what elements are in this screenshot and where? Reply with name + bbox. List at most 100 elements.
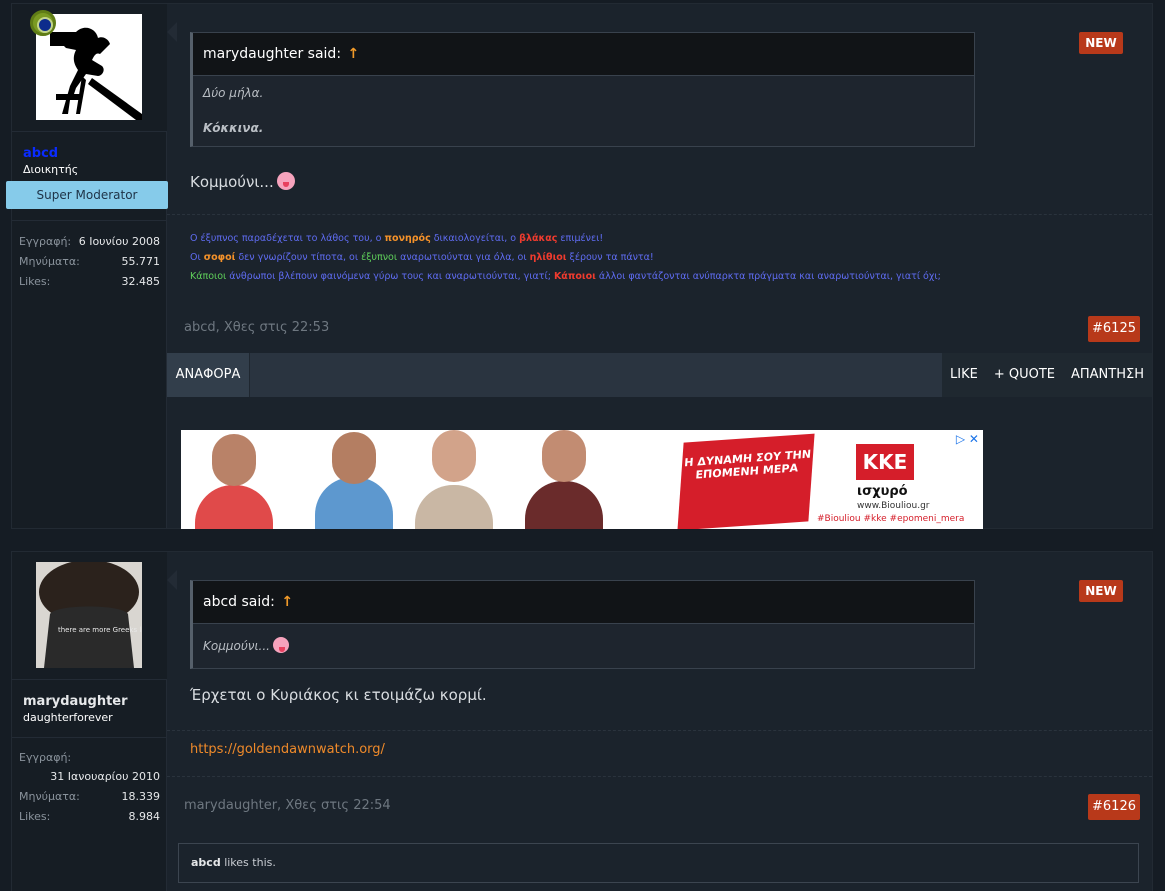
signature-divider	[167, 730, 1152, 731]
user-stats: Εγγραφή: 31 Ιανουαρίου 2010 Μηνύματα: 18…	[12, 737, 167, 826]
sig-text: Κάποιοι	[553, 271, 596, 282]
likes-summary: abcd likes this.	[178, 843, 1139, 883]
quote-jump-icon[interactable]: ↑	[347, 46, 359, 62]
sig-text: ξέρουν τα πάντα!	[566, 252, 654, 263]
sig-text: αναρωτιούνται για όλα, οι	[397, 252, 530, 263]
report-button[interactable]: ΑΝΑΦΟΡΑ	[167, 353, 250, 397]
new-badge: NEW	[1079, 32, 1123, 54]
quote-author: abcd said:	[203, 594, 275, 610]
shirt-text: there are more Greeks like me	[58, 626, 142, 634]
message-text: Έρχεται ο Κυριάκος κι ετοιμάζω κορμί.	[190, 686, 487, 704]
stat-value: 8.984	[128, 809, 161, 823]
username[interactable]: abcd	[23, 146, 58, 161]
ad-person-figure	[315, 477, 393, 529]
user-title: daughterforever	[23, 711, 113, 724]
sig-text: δεν γνωρίζουν τίποτα, οι	[235, 252, 362, 263]
signature-line: Κάποιοι άνθρωποι βλέπουν φαινόμενα γύρω …	[190, 267, 1129, 286]
ad-person-figure	[415, 485, 493, 529]
stat-value: 18.339	[121, 789, 161, 803]
avatar-container: there are more Greeks like me	[12, 552, 167, 680]
tongue-emoji-icon	[272, 637, 289, 653]
post-6126: there are more Greeks like me marydaught…	[11, 551, 1153, 891]
quote-jump-icon[interactable]: ↑	[281, 594, 293, 610]
curly-hair-person-avatar: there are more Greeks like me	[36, 562, 142, 668]
ad-person-head	[432, 430, 476, 482]
stat-value: 55.771	[121, 254, 161, 268]
ad-close-icon[interactable]: ▷ ✕	[956, 432, 979, 446]
sig-text: Ο έξυπνος παραδέχεται το λάθος του, ο	[190, 233, 385, 244]
new-badge: NEW	[1079, 580, 1123, 602]
quote-body: Κομμούνι...	[193, 624, 974, 668]
stat-joined: Εγγραφή: 6 Ιουνίου 2008	[19, 231, 160, 251]
likes-text: likes this.	[220, 856, 276, 869]
username[interactable]: marydaughter	[23, 694, 128, 709]
avatar-container	[12, 4, 167, 132]
stat-messages: Μηνύματα: 55.771	[19, 251, 160, 271]
sig-text: σοφοί	[203, 252, 236, 263]
ad-logo: ΚΚΕ	[856, 444, 914, 480]
ad-person-figure	[195, 485, 273, 529]
stat-label: Likes:	[19, 274, 51, 288]
quote-header[interactable]: marydaughter said: ↑	[193, 33, 974, 76]
sig-text: Οι	[190, 252, 204, 263]
sig-text: άλλοι φαντάζονται ανύπαρκτα πράγματα και…	[595, 271, 941, 282]
ad-url: www.Biouliou.gr	[857, 501, 930, 511]
quote-line: Κομμούνι...	[203, 624, 964, 668]
post-actions-right: LIKE + QUOTE ΑΠΑΝΤΗΣΗ	[942, 353, 1152, 397]
online-status-icon	[30, 10, 56, 36]
quote-text: Κομμούνι...	[203, 639, 270, 653]
stat-likes: Likes: 8.984	[19, 806, 160, 826]
stat-label: Μηνύματα:	[19, 789, 80, 803]
message-content: NEW abcd said: ↑ Κομμούνι... Έρχεται ο Κ…	[167, 552, 1152, 891]
ad-person-head	[542, 430, 586, 482]
stat-value: 6 Ιουνίου 2008	[78, 234, 160, 248]
quote-body: Δύο μήλα. Κόκκινα.	[193, 76, 974, 146]
post-meta[interactable]: abcd, Χθες στις 22:53	[184, 320, 329, 335]
user-stats: Εγγραφή: 6 Ιουνίου 2008 Μηνύματα: 55.771…	[12, 220, 167, 291]
tongue-emoji-icon	[276, 172, 295, 190]
reply-button[interactable]: ΑΠΑΝΤΗΣΗ	[1063, 353, 1152, 397]
quote-line: Κόκκινα.	[203, 121, 264, 135]
sig-text: έξυπνοι	[361, 252, 398, 263]
signature-line: Οι σοφοί δεν γνωρίζουν τίποτα, οι έξυπνο…	[190, 248, 1129, 267]
quote-header[interactable]: abcd said: ↑	[193, 581, 974, 624]
sig-text: δικαιολογείται, ο	[430, 233, 520, 244]
sig-text: πονηρός	[384, 233, 431, 244]
stat-likes: Likes: 32.485	[19, 271, 160, 291]
multi-quote-button[interactable]: + QUOTE	[986, 353, 1063, 397]
signature-link[interactable]: https://goldendawnwatch.org/	[190, 742, 385, 757]
ad-hashtags: #Biouliou #kke #epomeni_mera	[817, 514, 965, 524]
quote-block: abcd said: ↑ Κομμούνι...	[190, 580, 975, 669]
sig-text: Κάποιοι	[190, 271, 227, 282]
user-title: Διοικητής	[23, 163, 79, 176]
quote-line: Δύο μήλα.	[203, 86, 264, 100]
signature-divider	[167, 776, 1152, 777]
staff-banner: Super Moderator	[6, 181, 168, 209]
sig-text: ηλίθιοι	[529, 252, 567, 263]
stat-label: Μηνύματα:	[19, 254, 80, 268]
sig-text: επιμένει!	[557, 233, 604, 244]
signature-line: Ο έξυπνος παραδέχεται το λάθος του, ο πο…	[190, 229, 1129, 248]
stat-label: Εγγραφή:	[19, 234, 72, 248]
post-meta[interactable]: marydaughter, Χθες στις 22:54	[184, 798, 391, 813]
like-button[interactable]: LIKE	[942, 353, 986, 397]
sig-text: βλάκας	[519, 233, 558, 244]
stat-messages: Μηνύματα: 18.339	[19, 786, 160, 806]
stat-label: Εγγραφή:	[19, 751, 72, 764]
avatar[interactable]: there are more Greeks like me	[36, 562, 142, 668]
quote-block: marydaughter said: ↑ Δύο μήλα. Κόκκινα.	[190, 32, 975, 147]
ad-slogan: Η ΔΥΝΑΜΗ ΣΟΥ ΤΗΝ ΕΠΟΜΕΝΗ ΜΕΡΑ	[677, 433, 815, 529]
liker-username[interactable]: abcd	[191, 856, 221, 869]
stat-label: Likes:	[19, 809, 51, 823]
stat-value: 32.485	[121, 274, 161, 288]
post-number-link[interactable]: #6126	[1088, 794, 1140, 820]
post-6125: abcd Διοικητής Super Moderator Εγγραφή: …	[6, 3, 1153, 529]
post-number-link[interactable]: #6125	[1088, 316, 1140, 342]
stat-joined: Εγγραφή:	[19, 748, 160, 767]
ad-person-head	[212, 434, 256, 486]
message-text: Κομμούνι...	[190, 172, 295, 191]
advertisement[interactable]: Η ΔΥΝΑΜΗ ΣΟΥ ΤΗΝ ΕΠΟΜΕΝΗ ΜΕΡΑ ΚΚΕ ισχυρό…	[181, 430, 983, 529]
ad-subtitle: ισχυρό	[857, 484, 908, 499]
ad-person-head	[332, 432, 376, 484]
post-actions-bar: ΑΝΑΦΟΡΑ LIKE + QUOTE ΑΠΑΝΤΗΣΗ	[167, 353, 1152, 397]
